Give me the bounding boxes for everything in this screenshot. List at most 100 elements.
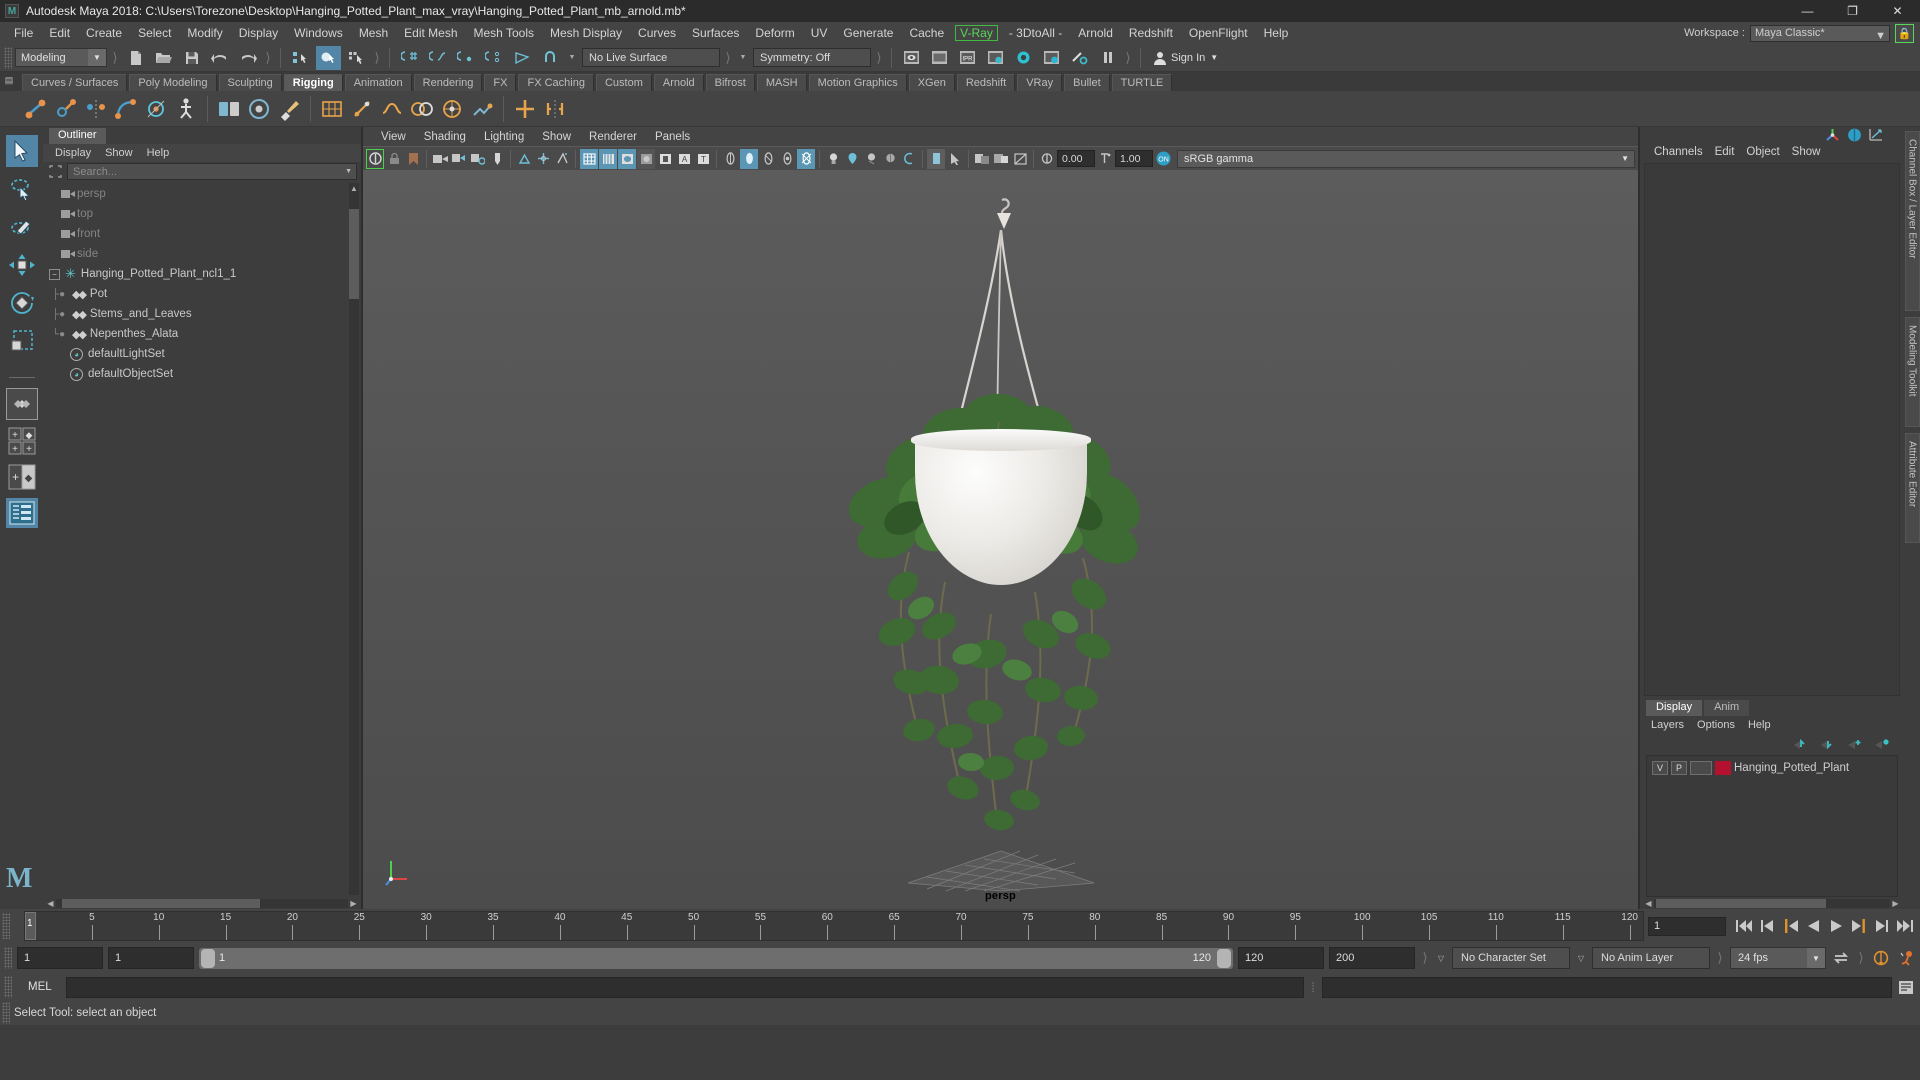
viewport-menu-panels[interactable]: Panels [647, 130, 698, 144]
status-line-gripper[interactable] [4, 46, 12, 69]
lock-camera-icon[interactable] [385, 149, 403, 169]
shelf-tab-turtle[interactable]: TURTLE [1111, 74, 1173, 91]
screen-space-ao-icon[interactable]: A [675, 149, 693, 169]
range-left-handle[interactable] [201, 948, 215, 968]
sculpt-deformer-icon[interactable] [468, 94, 496, 124]
channel-box-content[interactable] [1644, 163, 1900, 696]
render-current-frame-icon[interactable] [899, 46, 924, 70]
shelf-menu-icon[interactable]: ▤ [0, 72, 18, 88]
range-end-field[interactable]: 120 [1238, 947, 1324, 969]
shelf-tab-custom[interactable]: Custom [595, 74, 652, 91]
menu-edit-mesh[interactable]: Edit Mesh [396, 24, 465, 42]
command-language-label[interactable]: MEL [16, 981, 62, 993]
resolution-gate-icon[interactable] [534, 149, 552, 169]
scrollbar-thumb[interactable] [61, 898, 261, 908]
scale-tool[interactable] [6, 325, 38, 357]
viewport-menu-shading[interactable]: Shading [416, 130, 474, 144]
depth-of-field-icon[interactable] [740, 148, 758, 169]
move-layer-down-icon[interactable] [1819, 738, 1836, 751]
select-camera-icon[interactable] [366, 148, 384, 169]
shelf-tab-vray[interactable]: VRay [1017, 74, 1063, 91]
xray-joints-icon[interactable] [778, 149, 796, 169]
shelf-tab-motion-graphics[interactable]: Motion Graphics [808, 74, 907, 91]
create-joint-icon[interactable] [22, 94, 50, 124]
minimize-button[interactable]: — [1785, 0, 1830, 22]
texture-toggle-icon[interactable] [973, 149, 991, 169]
menu-modify[interactable]: Modify [179, 24, 230, 42]
shelf-tab-arnold[interactable]: Arnold [653, 74, 704, 91]
menu-openflight[interactable]: OpenFlight [1181, 24, 1256, 42]
render-setup-icon[interactable] [1067, 46, 1092, 70]
new-scene-icon[interactable] [123, 46, 148, 70]
maximize-button[interactable]: ❐ [1830, 0, 1875, 22]
scroll-up-icon[interactable]: ▲ [349, 183, 359, 195]
shelf-tab-xgen[interactable]: XGen [908, 74, 955, 91]
chevron-down-icon[interactable]: ▼ [345, 168, 352, 175]
script-editor-icon[interactable] [1896, 977, 1916, 997]
menu-mesh-tools[interactable]: Mesh Tools [466, 24, 542, 42]
close-button[interactable]: ✕ [1875, 0, 1920, 22]
chevron-down-icon[interactable]: ▽ [1575, 947, 1587, 969]
isolate-select-icon[interactable] [927, 148, 945, 169]
menu-uv[interactable]: UV [803, 24, 836, 42]
channel-menu-object[interactable]: Object [1742, 146, 1783, 158]
help-line-gripper[interactable] [2, 1002, 10, 1024]
pause-icon[interactable] [1095, 46, 1120, 70]
exposure-icon[interactable] [1038, 149, 1056, 169]
channel-menu-show[interactable]: Show [1788, 146, 1825, 158]
gamma-icon[interactable] [1096, 149, 1114, 169]
viewport-lighting-icon[interactable] [900, 149, 918, 169]
layer-tab-anim[interactable]: Anim [1704, 700, 1750, 716]
outliner-item-defaultobjectset[interactable]: ◕ defaultObjectSet [43, 364, 361, 384]
step-forward-frame-icon[interactable] [1871, 914, 1893, 938]
move-layer-up-icon[interactable] [1792, 738, 1809, 751]
snap-grid-icon[interactable] [397, 46, 422, 70]
ambient-occlusion-icon[interactable] [881, 149, 899, 169]
redo-icon[interactable] [235, 46, 260, 70]
shadow-light-icon[interactable] [862, 149, 880, 169]
outliner-tree[interactable]: persp top front side − ✳ Hanging_Potted_… [43, 181, 361, 897]
scroll-right-icon[interactable]: ▶ [1890, 899, 1901, 908]
color-management-select[interactable]: sRGB gamma ▼ [1177, 149, 1635, 168]
snap-point-icon[interactable] [453, 46, 478, 70]
outliner-item-persp[interactable]: persp [43, 184, 361, 204]
shelf-tab-mash[interactable]: MASH [756, 74, 807, 91]
scrollbar-thumb[interactable] [1656, 898, 1827, 908]
render-sequence-icon[interactable] [927, 46, 952, 70]
anim-start-field[interactable]: 1 [17, 947, 103, 969]
gamma-value[interactable]: 1.00 [1115, 150, 1153, 167]
command-line-gripper[interactable] [4, 976, 12, 998]
menu-mesh[interactable]: Mesh [351, 24, 396, 42]
select-tool[interactable] [5, 135, 38, 167]
go-to-end-icon[interactable] [1894, 914, 1916, 938]
ik-spline-handle-icon[interactable] [142, 94, 170, 124]
play-backwards-icon[interactable] [1802, 914, 1824, 938]
time-slider-track[interactable]: 1 5 10 15 20 25 30 35 40 45 50 55 60 65 70 75 80 85 90 95 1… [24, 911, 1644, 941]
isolate-lights-icon[interactable] [824, 149, 842, 169]
current-frame-field[interactable]: 1 [1648, 916, 1726, 936]
chevron-down-icon[interactable]: ▼ [565, 48, 579, 68]
anim-layer-select[interactable]: No Anim Layer [1592, 947, 1710, 969]
workspace-select[interactable]: Maya Classic* ▼ [1750, 24, 1890, 42]
scrollbar-track[interactable] [1654, 898, 1890, 908]
menu-display[interactable]: Display [231, 24, 286, 42]
menu-select[interactable]: Select [130, 24, 179, 42]
menu-redshift[interactable]: Redshift [1121, 24, 1181, 42]
chevron-down-icon[interactable]: ▽ [1435, 947, 1447, 969]
search-input[interactable]: Search... ▼ [67, 163, 357, 180]
go-to-start-icon[interactable] [1733, 914, 1755, 938]
image-plane-icon[interactable] [450, 149, 468, 169]
shaded-textured-icon[interactable] [618, 148, 636, 169]
shelf-tab-sculpting[interactable]: Sculpting [218, 74, 282, 91]
shelf-tab-rendering[interactable]: Rendering [413, 74, 483, 91]
shadows-icon[interactable] [656, 149, 674, 169]
select-object-icon[interactable] [316, 45, 341, 70]
outliner-menu-display[interactable]: Display [49, 146, 97, 160]
layer-reference-toggle[interactable] [1690, 761, 1712, 775]
create-layer-from-selected-icon[interactable] [1873, 738, 1890, 751]
substitute-geometry-icon[interactable] [1011, 149, 1029, 169]
two-pane-layout[interactable]: + ◆ [6, 462, 38, 492]
chevron-down-icon[interactable]: ▼ [736, 48, 750, 68]
menu-deform[interactable]: Deform [747, 24, 802, 42]
vertical-tab-modeling-toolkit[interactable]: Modeling Toolkit [1904, 317, 1920, 427]
